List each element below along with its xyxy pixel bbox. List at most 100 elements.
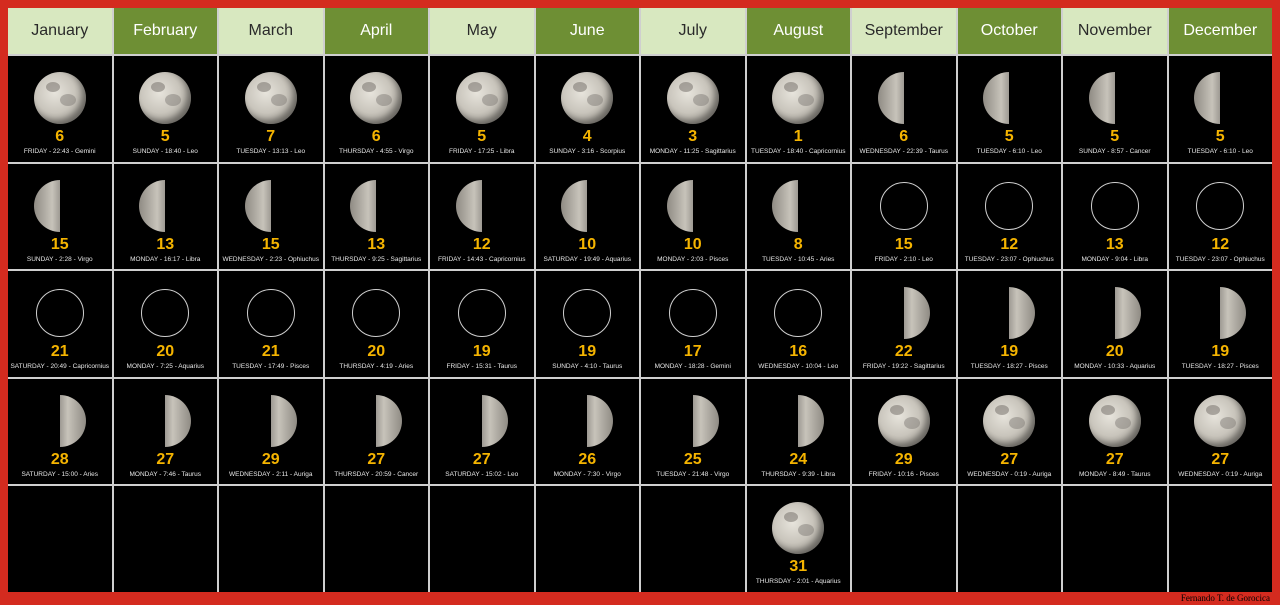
moon-phase-info: WEDNESDAY - 0:19 - Auriga: [1178, 470, 1263, 478]
moon-phase-info: TUESDAY - 23:07 - Ophiuchus: [964, 255, 1054, 263]
moon-phase-day: 26: [578, 450, 597, 468]
calendar-cell: 28 SATURDAY - 15:00 - Aries: [8, 378, 112, 485]
empty-calendar-cell: [8, 486, 112, 592]
calendar-cell: 20 MONDAY - 10:33 - Aquarius: [1063, 271, 1167, 377]
moon-phase-day: 4: [582, 128, 592, 145]
calendar-cell: 5 FRIDAY - 17:25 - Libra: [430, 56, 534, 162]
last-quarter-moon-icon: [981, 70, 1037, 126]
moon-phase-day: 1: [793, 128, 803, 145]
empty-calendar-cell: [641, 486, 745, 592]
moon-phase-info: THURSDAY - 9:25 - Sagittarius: [331, 255, 422, 263]
moon-phase-info: TUESDAY - 18:40 - Capricornius: [751, 148, 846, 155]
moon-phase-info: TUESDAY - 6:10 - Leo: [976, 148, 1042, 155]
first-quarter-moon-icon: [454, 393, 510, 449]
moon-phase-day: 19: [1000, 343, 1019, 361]
last-quarter-moon-icon: [454, 178, 510, 234]
calendar-cell: 19 TUESDAY - 18:27 - Pisces: [1168, 271, 1272, 377]
moon-phase-info: WEDNESDAY - 22:39 - Taurus: [859, 148, 948, 155]
month-header-january: January: [8, 8, 112, 54]
calendar-cell: 29 FRIDAY - 10:16 - Pisces: [852, 378, 956, 485]
full-moon-icon: [137, 70, 193, 126]
moon-phase-day: 5: [160, 128, 170, 145]
calendar-cell: 21 TUESDAY - 17:49 - Pisces: [219, 271, 323, 377]
calendar-cell: 22 FRIDAY - 19:22 - Sagittarius: [852, 271, 956, 377]
calendar-cell: 25 TUESDAY - 21:48 - Virgo: [641, 378, 745, 485]
month-header-may: May: [430, 8, 534, 54]
calendar-cell: 19 TUESDAY - 18:27 - Pisces: [957, 271, 1061, 377]
full-moon-icon: [876, 393, 932, 449]
moon-phase-day: 31: [789, 558, 808, 576]
moon-phase-info: MONDAY - 18:28 - Gemini: [654, 363, 731, 371]
month-header-april: April: [324, 8, 428, 54]
calendar-cell: 19 FRIDAY - 15:31 - Taurus: [430, 271, 534, 377]
calendar-cell: 6 THURSDAY - 4:55 - Virgo: [324, 56, 428, 162]
empty-calendar-cell: [957, 486, 1061, 592]
calendar-cell: 6 WEDNESDAY - 22:39 - Taurus: [852, 56, 956, 162]
last-quarter-moon-icon: [559, 178, 615, 234]
calendar-cell: 10 SATURDAY - 19:49 - Aquarius: [535, 163, 639, 270]
last-quarter-moon-icon: [876, 70, 932, 126]
calendar-cell: 7 TUESDAY - 13:13 - Leo: [219, 56, 323, 162]
last-quarter-moon-icon: [770, 178, 826, 234]
moon-phase-day: 6: [899, 128, 909, 145]
moon-phase-info: FRIDAY - 19:22 - Sagittarius: [862, 363, 945, 371]
moon-phase-info: SATURDAY - 20:49 - Capricornius: [10, 363, 110, 371]
calendar-cell: 19 SUNDAY - 4:10 - Taurus: [535, 271, 639, 377]
empty-calendar-cell: [1168, 486, 1272, 592]
calendar-cell: 27 MONDAY - 8:49 - Taurus: [1063, 378, 1167, 485]
month-header-july: July: [641, 8, 745, 54]
first-quarter-moon-icon: [348, 393, 404, 449]
calendar-cell: 24 THURSDAY - 9:39 - Libra: [746, 378, 850, 485]
moon-phase-info: WEDNESDAY - 0:19 - Auriga: [967, 470, 1052, 478]
last-quarter-moon-icon: [1192, 70, 1248, 126]
moon-phase-day: 10: [578, 235, 597, 253]
calendar-cell: 20 MONDAY - 7:25 - Aquarius: [113, 271, 217, 377]
new-moon-icon: [876, 178, 932, 234]
moon-phase-day: 13: [367, 235, 386, 253]
moon-phase-info: FRIDAY - 17:25 - Libra: [448, 148, 515, 155]
moon-phase-info: SUNDAY - 8:57 - Cancer: [1078, 148, 1151, 155]
calendar-cell: 10 MONDAY - 2:03 - Pisces: [641, 163, 745, 270]
calendar-cell: 13 MONDAY - 16:17 - Libra: [113, 163, 217, 270]
moon-calendar-grid: January February March April May June July Augu…: [8, 8, 1272, 592]
moon-phase-info: MONDAY - 7:25 - Aquarius: [126, 363, 204, 371]
moon-phase-day: 5: [1215, 128, 1225, 145]
moon-phase-info: TUESDAY - 13:13 - Leo: [236, 148, 306, 155]
moon-phase-info: WEDNESDAY - 2:11 - Auriga: [229, 470, 313, 478]
month-header-march: March: [219, 8, 323, 54]
empty-calendar-cell: [430, 486, 534, 592]
moon-phase-info: TUESDAY - 10:45 - Aries: [762, 255, 835, 263]
moon-phase-day: 6: [371, 128, 381, 145]
first-quarter-moon-icon: [243, 393, 299, 449]
moon-phase-day: 24: [789, 450, 808, 468]
moon-phase-day: 28: [50, 450, 69, 468]
first-quarter-moon-icon: [770, 393, 826, 449]
calendar-cell: 17 MONDAY - 18:28 - Gemini: [641, 271, 745, 377]
calendar-cell: 12 TUESDAY - 23:07 - Ophiuchus: [957, 163, 1061, 270]
moon-phase-day: 19: [472, 343, 491, 361]
month-header-december: December: [1168, 8, 1272, 54]
moon-phase-day: 15: [894, 235, 913, 253]
moon-phase-day: 20: [156, 343, 175, 361]
author-credit: Fernando T. de Gorocica: [1180, 593, 1270, 603]
calendar-cell: 15 SUNDAY - 2:28 - Virgo: [8, 163, 112, 270]
moon-phase-day: 8: [793, 235, 803, 253]
new-moon-icon: [1192, 178, 1248, 234]
moon-phase-info: MONDAY - 7:46 - Taurus: [129, 470, 202, 478]
empty-calendar-cell: [324, 486, 428, 592]
moon-phase-info: WEDNESDAY - 10:04 - Leo: [758, 363, 839, 371]
moon-phase-info: MONDAY - 16:17 - Libra: [130, 255, 201, 263]
empty-calendar-cell: [1063, 486, 1167, 592]
new-moon-icon: [454, 285, 510, 341]
new-moon-icon: [770, 285, 826, 341]
calendar-cell: 12 FRIDAY - 14:43 - Capricornius: [430, 163, 534, 270]
empty-calendar-cell: [535, 486, 639, 592]
moon-phase-day: 3: [688, 128, 698, 145]
full-moon-icon: [770, 70, 826, 126]
full-moon-icon: [981, 393, 1037, 449]
last-quarter-moon-icon: [137, 178, 193, 234]
month-header-november: November: [1063, 8, 1167, 54]
moon-phase-info: MONDAY - 8:49 - Taurus: [1078, 470, 1151, 478]
calendar-cell: 4 SUNDAY - 3:16 - Scorpius: [535, 56, 639, 162]
moon-phase-day: 27: [1105, 450, 1124, 468]
